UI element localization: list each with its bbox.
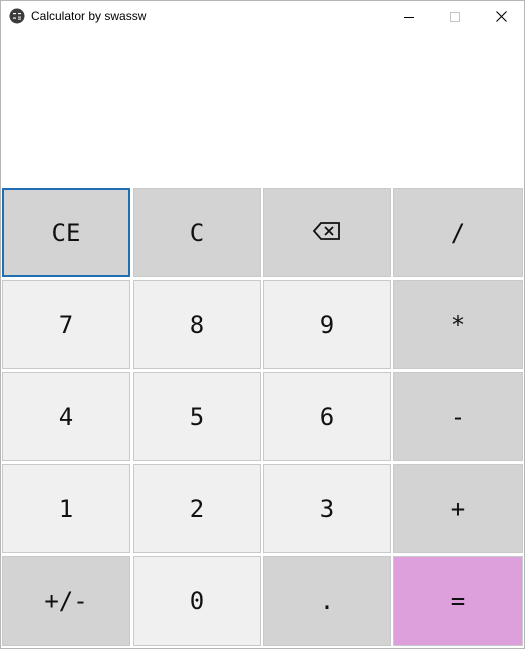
digit-1-button[interactable]: 1 bbox=[2, 464, 130, 553]
digit-6-button[interactable]: 6 bbox=[263, 372, 391, 461]
decimal-button[interactable]: . bbox=[263, 556, 391, 646]
digit-8-button[interactable]: 8 bbox=[133, 280, 261, 369]
clear-button[interactable]: C bbox=[133, 188, 261, 277]
window-title: Calculator by swassw bbox=[31, 9, 147, 23]
backspace-icon bbox=[312, 219, 341, 247]
title-bar[interactable]: Calculator by swassw bbox=[1, 1, 524, 31]
equals-button[interactable]: = bbox=[393, 556, 523, 646]
close-icon bbox=[495, 7, 507, 26]
minimize-button[interactable] bbox=[386, 1, 432, 31]
backspace-button[interactable] bbox=[263, 188, 391, 277]
maximize-button[interactable] bbox=[432, 1, 478, 31]
plus-button[interactable]: + bbox=[393, 464, 523, 553]
minus-button[interactable]: - bbox=[393, 372, 523, 461]
clear-entry-button[interactable]: CE bbox=[2, 188, 130, 277]
calculator-window: Calculator by swassw CE C / 7 8 9 * 4 5 … bbox=[0, 0, 525, 649]
result-display bbox=[1, 31, 524, 187]
digit-5-button[interactable]: 5 bbox=[133, 372, 261, 461]
calculator-app-icon bbox=[9, 8, 25, 24]
multiply-button[interactable]: * bbox=[393, 280, 523, 369]
close-button[interactable] bbox=[478, 1, 524, 31]
minimize-icon bbox=[404, 7, 414, 26]
digit-9-button[interactable]: 9 bbox=[263, 280, 391, 369]
digit-2-button[interactable]: 2 bbox=[133, 464, 261, 553]
maximize-icon bbox=[450, 7, 460, 26]
negate-button[interactable]: +/- bbox=[2, 556, 130, 646]
digit-4-button[interactable]: 4 bbox=[2, 372, 130, 461]
divide-button[interactable]: / bbox=[393, 188, 523, 277]
digit-0-button[interactable]: 0 bbox=[133, 556, 261, 646]
digit-3-button[interactable]: 3 bbox=[263, 464, 391, 553]
digit-7-button[interactable]: 7 bbox=[2, 280, 130, 369]
